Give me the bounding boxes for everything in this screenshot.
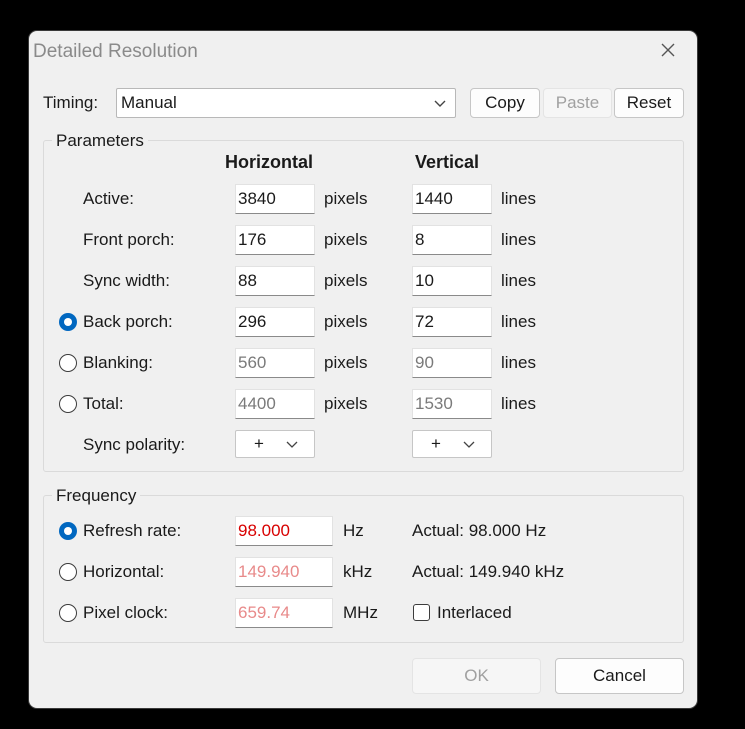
refresh-rate-radio[interactable] [59, 522, 77, 540]
horizontal-frequency-actual: Actual: 149.940 kHz [412, 562, 565, 581]
total-horizontal-input[interactable]: 4400 [235, 389, 315, 419]
sync-polarity-vertical-dropdown[interactable]: + [412, 430, 492, 458]
active-v-unit: lines [501, 189, 536, 208]
cancel-button[interactable]: Cancel [555, 658, 684, 694]
pixel-clock-unit: MHz [343, 603, 378, 622]
sync-polarity-horizontal-dropdown[interactable]: + [235, 430, 315, 458]
reset-button[interactable]: Reset [614, 88, 684, 118]
refresh-rate-input[interactable]: 98.000 [235, 516, 333, 546]
sync-width-horizontal-input[interactable]: 88 [235, 266, 315, 296]
front-porch-h-unit: pixels [324, 230, 368, 249]
chevron-down-icon [286, 441, 298, 448]
refresh-rate-unit: Hz [343, 521, 364, 540]
close-button[interactable] [653, 35, 683, 65]
front-porch-label: Front porch: [83, 230, 175, 249]
back-porch-vertical-input[interactable]: 72 [412, 307, 492, 337]
front-porch-v-unit: lines [501, 230, 536, 249]
total-label: Total: [83, 394, 124, 413]
horizontal-frequency-unit: kHz [343, 562, 373, 581]
blanking-vertical-input[interactable]: 90 [412, 348, 492, 378]
sync-width-h-unit: pixels [324, 271, 368, 290]
blanking-horizontal-input[interactable]: 560 [235, 348, 315, 378]
timing-value: Manual [121, 93, 177, 112]
active-horizontal-input[interactable]: 3840 [235, 184, 315, 214]
interlaced-label: Interlaced [437, 603, 512, 622]
frequency-group-label: Frequency [52, 486, 141, 506]
refresh-rate-label: Refresh rate: [83, 521, 182, 540]
total-h-unit: pixels [324, 394, 368, 413]
front-porch-horizontal-input[interactable]: 176 [235, 225, 315, 255]
back-porch-label: Back porch: [83, 312, 173, 331]
pixel-clock-label: Pixel clock: [83, 603, 169, 622]
sync-width-vertical-input[interactable]: 10 [412, 266, 492, 296]
copy-button[interactable]: Copy [470, 88, 540, 118]
pixel-clock-radio[interactable] [59, 604, 77, 622]
close-icon [661, 43, 675, 57]
active-vertical-input[interactable]: 1440 [412, 184, 492, 214]
horizontal-frequency-radio[interactable] [59, 563, 77, 581]
back-porch-v-unit: lines [501, 312, 536, 331]
blanking-radio[interactable] [59, 354, 77, 372]
refresh-rate-actual: Actual: 98.000 Hz [412, 521, 547, 540]
chevron-down-icon [434, 100, 446, 107]
pixel-clock-input[interactable]: 659.74 [235, 598, 333, 628]
vertical-column-header: Vertical [415, 152, 480, 172]
parameters-group-label: Parameters [52, 131, 148, 151]
horizontal-frequency-label: Horizontal: [83, 562, 165, 581]
ok-button[interactable]: OK [412, 658, 541, 694]
total-vertical-input[interactable]: 1530 [412, 389, 492, 419]
total-v-unit: lines [501, 394, 536, 413]
paste-button[interactable]: Paste [543, 88, 612, 118]
timing-label: Timing: [43, 93, 99, 112]
blanking-label: Blanking: [83, 353, 153, 372]
timing-dropdown[interactable]: Manual [116, 88, 456, 118]
active-label: Active: [83, 189, 135, 208]
blanking-v-unit: lines [501, 353, 536, 372]
detailed-resolution-dialog: Detailed Resolution Timing: Manual Copy … [29, 31, 697, 708]
sync-width-v-unit: lines [501, 271, 536, 290]
active-h-unit: pixels [324, 189, 368, 208]
horizontal-column-header: Horizontal [225, 152, 313, 172]
sync-polarity-label: Sync polarity: [83, 435, 186, 454]
total-radio[interactable] [59, 395, 77, 413]
blanking-h-unit: pixels [324, 353, 368, 372]
horizontal-frequency-input[interactable]: 149.940 [235, 557, 333, 587]
sync-polarity-vertical-value: + [431, 434, 441, 453]
back-porch-horizontal-input[interactable]: 296 [235, 307, 315, 337]
front-porch-vertical-input[interactable]: 8 [412, 225, 492, 255]
chevron-down-icon [463, 441, 475, 448]
window-title: Detailed Resolution [33, 41, 198, 62]
back-porch-h-unit: pixels [324, 312, 368, 331]
back-porch-radio[interactable] [59, 313, 77, 331]
sync-polarity-horizontal-value: + [254, 434, 264, 453]
sync-width-label: Sync width: [83, 271, 170, 290]
interlaced-checkbox[interactable] [413, 604, 430, 621]
